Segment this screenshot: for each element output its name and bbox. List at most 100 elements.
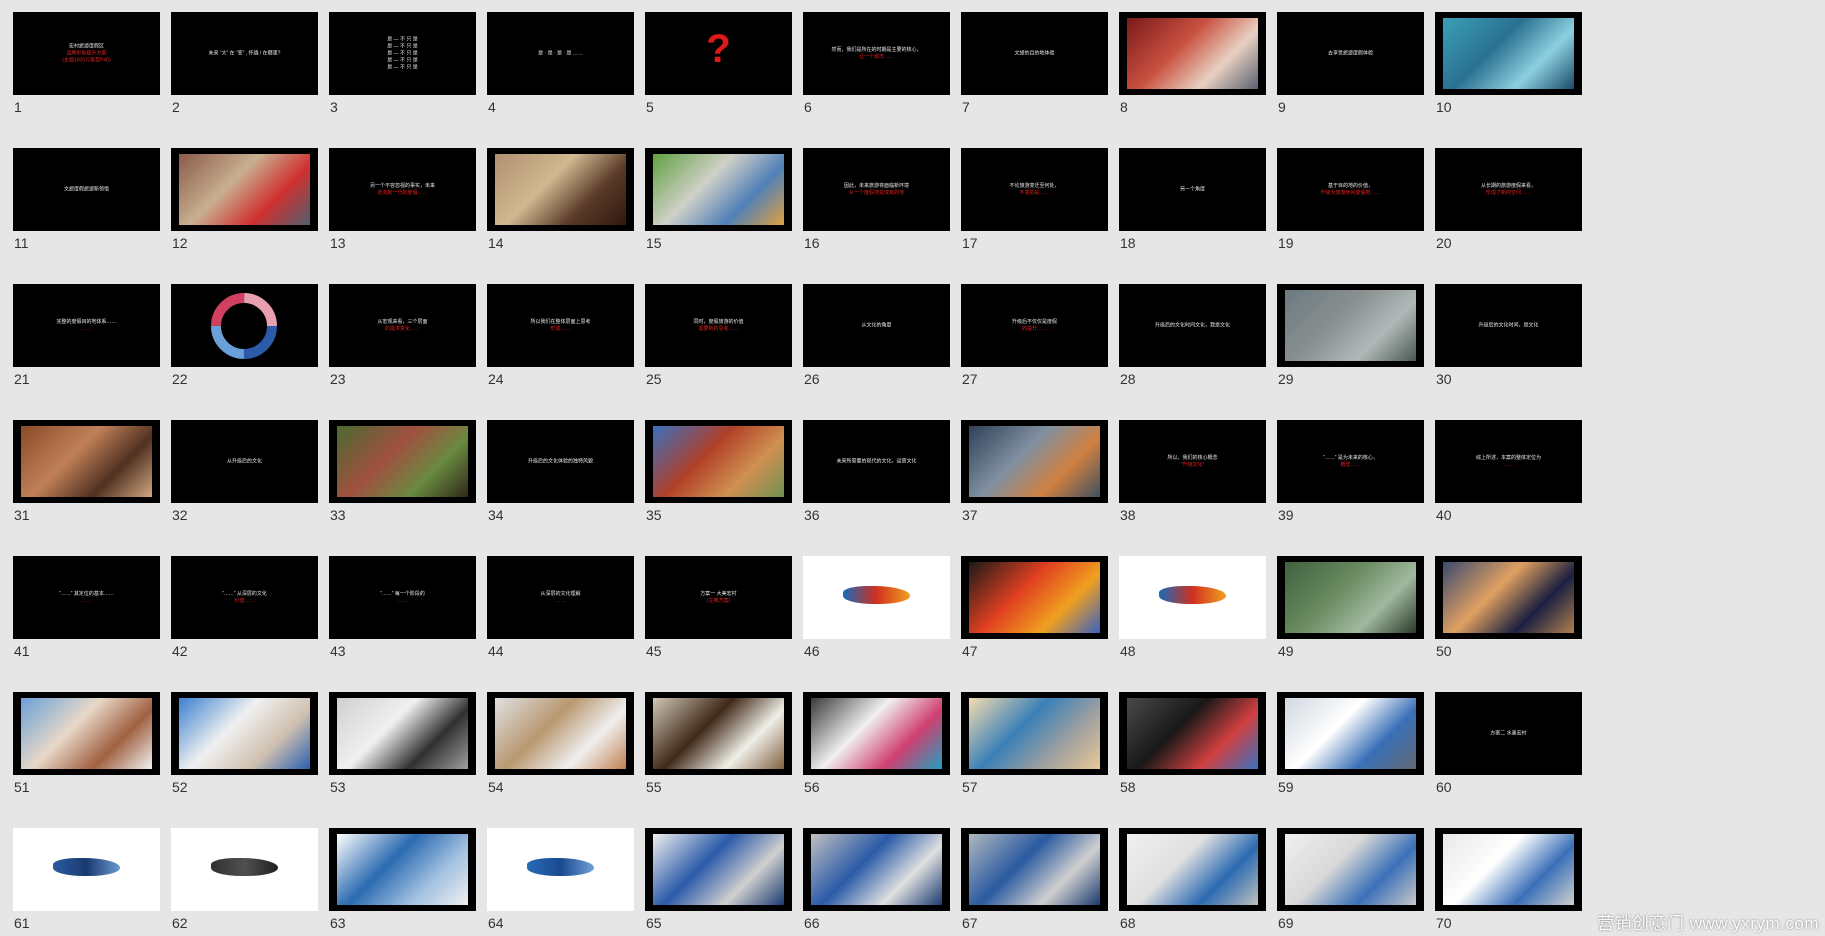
slide-text-line: 的提升……: [1021, 325, 1047, 332]
slide-text-line: 不变的是……: [1019, 189, 1050, 196]
slide-thumbnail[interactable]: 基于目的地的价值， 升级为旅游休闲度假地……: [1277, 148, 1424, 231]
slide-thumbnail-cell: 然而，我们是所在的时期是主要的核心， 让一个城市…… 6: [790, 0, 950, 115]
slide-thumbnail[interactable]: 然而，我们是所在的时期是主要的核心， 让一个城市……: [803, 12, 950, 95]
slide-thumbnail[interactable]: [803, 692, 950, 775]
slide-thumbnail-cell: 是 — 不 只 是是 — 不 只 是是 — 不 只 是是 — 不 只 是是 — …: [316, 0, 476, 115]
slide-thumbnail[interactable]: [645, 692, 792, 775]
slide-thumbnail[interactable]: [1277, 828, 1424, 911]
slide-thumbnail[interactable]: [329, 692, 476, 775]
slide-thumbnail[interactable]: 升级后不仅仅是度假 的提升……: [961, 284, 1108, 367]
slide-thumbnail[interactable]: 从宏观来看，三个层面 的需求变化……: [329, 284, 476, 367]
slide-thumbnail[interactable]: [487, 148, 634, 231]
slide-thumbnail[interactable]: [1435, 828, 1582, 911]
slide-thumbnail[interactable]: 所以我们在整体层面上思考 形成……: [487, 284, 634, 367]
slide-thumbnail[interactable]: [961, 556, 1108, 639]
slide-text-block: “……” 从深层的文化 价值……: [179, 591, 310, 605]
slide-thumbnail[interactable]: [1119, 12, 1266, 95]
slide-thumbnail[interactable]: 另一个角度: [1119, 148, 1266, 231]
slide-thumbnail[interactable]: [171, 828, 318, 911]
slide-thumbnail[interactable]: [329, 828, 476, 911]
slide-thumbnail[interactable]: “……” 是为未来的核心， 概念……: [1277, 420, 1424, 503]
slide-text-block: 从深层的文化理解……: [495, 591, 626, 605]
slide-thumbnail[interactable]: 不论旅游变迁至何处， 不变的是……: [961, 148, 1108, 231]
slide-text-block: 基于目的地的价值， 升级为旅游休闲度假地……: [1285, 183, 1416, 197]
slide-thumbnail[interactable]: [329, 420, 476, 503]
slide-thumbnail[interactable]: 从深层的文化理解……: [487, 556, 634, 639]
slide-thumbnail[interactable]: 文旅度假旅游新领悟: [13, 148, 160, 231]
slide-thumbnail[interactable]: 从升级后的文化: [171, 420, 318, 503]
slide-thumbnail[interactable]: [1435, 556, 1582, 639]
slide-thumbnail[interactable]: 所以，我们的核心概念 “升级文化”: [1119, 420, 1266, 503]
slide-thumbnail[interactable]: [1435, 12, 1582, 95]
slide-thumbnail-cell: 31: [0, 408, 160, 523]
slide-thumbnail[interactable]: [1119, 828, 1266, 911]
slide-thumbnail[interactable]: 是 · 是 · 是 · 是 ……: [487, 12, 634, 95]
slide-thumbnail[interactable]: 升级后的文化时间，是文化: [1435, 284, 1582, 367]
slide-thumbnail-cell: 8: [1106, 0, 1266, 115]
slide-thumbnail-cell: 升级后的文化体验的独特风貌 34: [474, 408, 634, 523]
slide-number: 28: [1120, 371, 1136, 387]
slide-thumbnail[interactable]: [13, 828, 160, 911]
slide-thumbnail[interactable]: 方案二 水墨宏村: [1435, 692, 1582, 775]
slide-thumbnail[interactable]: 文旅的目的地体验: [961, 12, 1108, 95]
slide-thumbnail[interactable]: “……” 从深层的文化 价值……: [171, 556, 318, 639]
slide-thumbnail[interactable]: [171, 284, 318, 367]
slide-thumbnail[interactable]: 宏村旅游度假区 品牌形象提升方案 (主题1000万案至P40): [13, 12, 160, 95]
slide-thumbnail[interactable]: [645, 828, 792, 911]
slide-thumbnail[interactable]: [1119, 556, 1266, 639]
slide-thumbnail[interactable]: [1277, 284, 1424, 367]
slide-number: 12: [172, 235, 188, 251]
slide-thumbnail[interactable]: [1277, 692, 1424, 775]
slide-thumbnail[interactable]: [1277, 556, 1424, 639]
slide-number: 55: [646, 779, 662, 795]
slide-text-line: ……: [81, 597, 92, 604]
slide-thumbnail[interactable]: 未来 “大” 在 “变” , 怀缅 / 在哪里?: [171, 12, 318, 95]
slide-thumbnail-cell: 从文化的角度 26: [790, 272, 950, 387]
slide-text-line: (主题1000万案至P40): [62, 57, 111, 63]
slide-thumbnail[interactable]: 因此，未来旅游将面临新环境 从一个度假地变成目的地: [803, 148, 950, 231]
slide-thumbnail[interactable]: [487, 692, 634, 775]
slide-thumbnail[interactable]: [645, 148, 792, 231]
slide-thumbnail[interactable]: 方案一 大美宏村 (主推方案): [645, 556, 792, 639]
slide-thumbnail[interactable]: [171, 148, 318, 231]
slide-thumbnail[interactable]: [645, 420, 792, 503]
slide-thumbnail[interactable]: 另一个不容忽视的事实，未来 走向新一代的度假……: [329, 148, 476, 231]
slide-text-line: 的需求变化……: [384, 325, 420, 332]
slide-thumbnail[interactable]: 完整的度假目的地体系…………: [13, 284, 160, 367]
slide-number: 25: [646, 371, 662, 387]
slide-thumbnail[interactable]: 未来所需要的现代的文化，运营文化: [803, 420, 950, 503]
slide-thumbnail[interactable]: 从文化的角度: [803, 284, 950, 367]
slide-thumbnail[interactable]: 从长期的旅游度假来看， 形成了新的空间……: [1435, 148, 1582, 231]
slide-thumbnail[interactable]: ?: [645, 12, 792, 95]
slide-number: 19: [1278, 235, 1294, 251]
slide-thumbnail[interactable]: 升级后的文化时间文化，我是文化: [1119, 284, 1266, 367]
slide-thumbnail[interactable]: [487, 828, 634, 911]
slide-thumbnail[interactable]: [803, 556, 950, 639]
slide-text-block: 未来所需要的现代的文化，运营文化: [811, 458, 942, 465]
slide-thumbnail[interactable]: [803, 828, 950, 911]
slide-thumbnail[interactable]: [171, 692, 318, 775]
slide-thumbnail[interactable]: “……” 其定位的基本…………: [13, 556, 160, 639]
slide-thumbnail[interactable]: [961, 692, 1108, 775]
slide-text-line: “……” 从深层的文化: [222, 590, 267, 597]
slide-thumbnail[interactable]: 去享受旅游度假体验: [1277, 12, 1424, 95]
slide-thumbnail-cell: 56: [790, 680, 950, 795]
slide-thumbnail[interactable]: 是 — 不 只 是是 — 不 只 是是 — 不 只 是是 — 不 只 是是 — …: [329, 12, 476, 95]
slide-photo: [1285, 834, 1416, 905]
slide-thumbnail-cell: 另一个不容忽视的事实，未来 走向新一代的度假…… 13: [316, 136, 476, 251]
logo-mark: [211, 858, 278, 876]
slide-thumbnail[interactable]: [13, 420, 160, 503]
slide-thumbnail[interactable]: “……” 每一个阶段的……: [329, 556, 476, 639]
slide-thumbnail[interactable]: 综上所述，本案的整体定位为……: [1435, 420, 1582, 503]
slide-thumbnail-cell: 未来 “大” 在 “变” , 怀缅 / 在哪里? 2: [158, 0, 318, 115]
slide-text-line: ……: [81, 325, 92, 332]
slide-text-block: 文旅的目的地体验: [969, 50, 1100, 57]
slide-thumbnail[interactable]: 同时，度假旅游的价值 需要新的思考……: [645, 284, 792, 367]
slide-thumbnail[interactable]: [1119, 692, 1266, 775]
slide-number: 11: [14, 235, 29, 251]
slide-thumbnail[interactable]: [961, 828, 1108, 911]
slide-thumbnail[interactable]: 升级后的文化体验的独特风貌: [487, 420, 634, 503]
slide-photo: [179, 698, 310, 769]
slide-thumbnail[interactable]: [961, 420, 1108, 503]
slide-thumbnail[interactable]: [13, 692, 160, 775]
